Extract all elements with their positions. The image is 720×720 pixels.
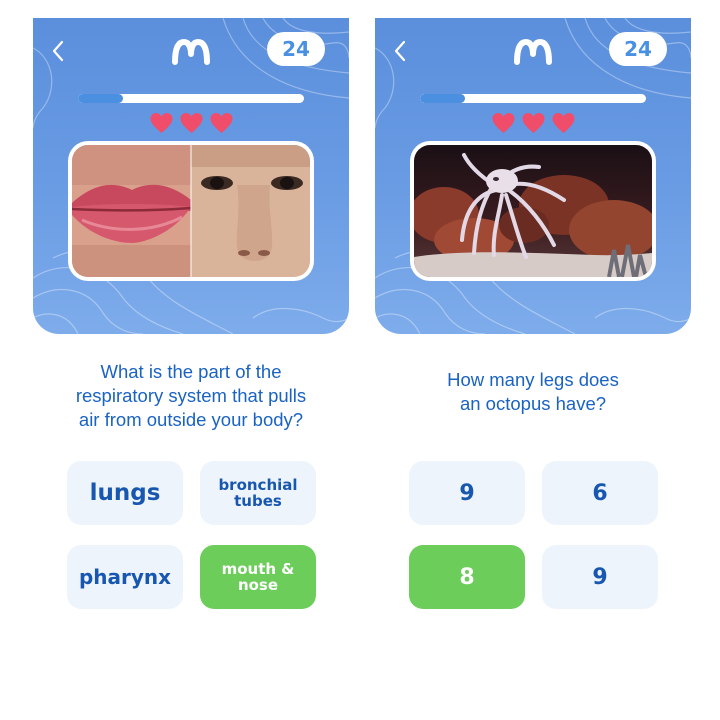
heart-icon: [180, 113, 202, 133]
answer-label: bronchial tubes: [218, 476, 298, 510]
chevron-left-icon: [394, 40, 406, 62]
app-logo: [514, 39, 552, 65]
lives-hearts: [375, 112, 691, 136]
answer-label: 8: [459, 564, 475, 590]
progress-bar: [420, 94, 646, 103]
answer-label: lungs: [89, 480, 161, 506]
answer-label: 9: [592, 564, 608, 590]
octopus-image: [414, 145, 652, 277]
quiz-screen-octopus: 24 How many legs does an octopus have? 9…: [375, 18, 691, 708]
question-text: What is the part of the respiratory syst…: [75, 361, 307, 430]
answer-label: mouth & nose: [221, 560, 295, 594]
quiz-screen-respiratory: 24 What is the part of the respiratory s…: [33, 18, 349, 708]
question-image-frame: [68, 141, 314, 281]
app-logo: [172, 39, 210, 65]
answer-option-1[interactable]: lungs: [67, 461, 183, 525]
answer-option-2[interactable]: 6: [542, 461, 658, 525]
progress-fill: [78, 94, 124, 103]
header-panel: 24: [375, 18, 691, 334]
heart-icon: [552, 113, 574, 133]
score-badge: 24: [267, 32, 325, 66]
question-text: How many legs does an octopus have?: [447, 369, 619, 414]
answer-option-3[interactable]: 8: [409, 545, 525, 609]
answer-option-4[interactable]: 9: [542, 545, 658, 609]
question-image-frame: [410, 141, 656, 281]
progress-fill: [420, 94, 466, 103]
score-badge: 24: [609, 32, 667, 66]
heart-icon: [492, 113, 514, 133]
answer-label: pharynx: [78, 565, 172, 589]
lips-nose-image: [72, 145, 310, 277]
heart-icon: [150, 113, 172, 133]
answer-label: 6: [592, 480, 608, 506]
answer-option-4[interactable]: mouth & nose: [200, 545, 316, 609]
heart-icon: [522, 113, 544, 133]
answer-option-1[interactable]: 9: [409, 461, 525, 525]
answer-label: 9: [459, 480, 475, 506]
lives-hearts: [33, 112, 349, 136]
header-panel: 24: [33, 18, 349, 334]
heart-icon: [210, 113, 232, 133]
progress-bar: [78, 94, 304, 103]
answer-option-3[interactable]: pharynx: [67, 545, 183, 609]
chevron-left-icon: [52, 40, 64, 62]
back-button[interactable]: [45, 38, 71, 64]
answer-option-2[interactable]: bronchial tubes: [200, 461, 316, 525]
back-button[interactable]: [387, 38, 413, 64]
